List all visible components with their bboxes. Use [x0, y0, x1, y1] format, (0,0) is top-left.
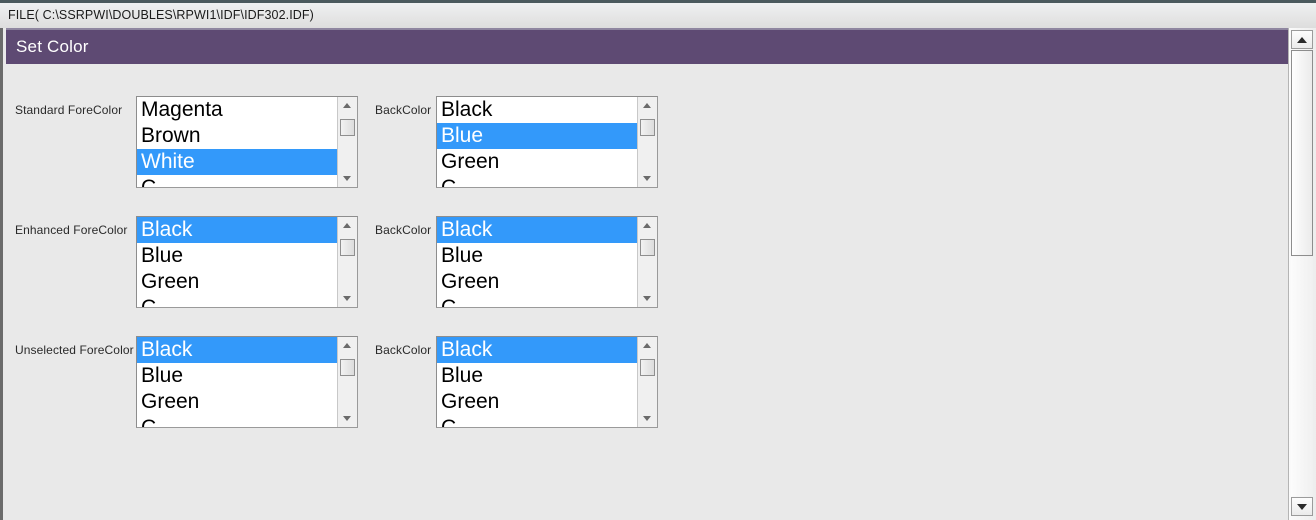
list-item[interactable]: Black — [437, 97, 637, 123]
color-row-enhanced: Enhanced ForeColor Black Blue Green C Ba… — [6, 216, 1291, 312]
scrollbar-thumb[interactable] — [340, 239, 355, 256]
set-color-form: Standard ForeColor Magenta Brown White C — [6, 64, 1291, 520]
scroll-up-icon[interactable] — [1291, 30, 1313, 49]
scroll-up-icon[interactable] — [338, 337, 357, 354]
list-item[interactable]: C — [437, 295, 637, 307]
listbox-items: Magenta Brown White C — [137, 97, 337, 187]
color-row-standard: Standard ForeColor Magenta Brown White C — [6, 96, 1291, 192]
list-item[interactable]: Blue — [437, 363, 637, 389]
list-item[interactable]: Green — [437, 269, 637, 295]
scroll-down-icon[interactable] — [338, 290, 357, 307]
list-item-selected[interactable]: Blue — [437, 123, 637, 149]
scroll-down-icon[interactable] — [1291, 497, 1313, 516]
listbox-scrollbar[interactable] — [337, 217, 357, 307]
standard-backcolor-listbox[interactable]: Black Blue Green C — [436, 96, 658, 188]
scrollbar-thumb[interactable] — [340, 359, 355, 376]
unselected-backcolor-listbox[interactable]: Black Blue Green C — [436, 336, 658, 428]
unselected-forecolor-label: Unselected ForeColor — [15, 343, 134, 357]
file-path-bar: FILE( C:\SSRPWI\DOUBLES\RPWI1\IDF\IDF302… — [0, 0, 1316, 28]
listbox-items: Black Blue Green C — [437, 97, 637, 187]
standard-backcolor-label: BackColor — [375, 103, 432, 117]
enhanced-backcolor-label: BackColor — [375, 223, 432, 237]
scroll-down-icon[interactable] — [638, 170, 657, 187]
list-item[interactable]: Blue — [137, 363, 337, 389]
enhanced-backcolor-listbox[interactable]: Black Blue Green C — [436, 216, 658, 308]
list-item[interactable]: Green — [437, 389, 637, 415]
list-item-selected[interactable]: Black — [437, 217, 637, 243]
listbox-scrollbar[interactable] — [637, 217, 657, 307]
unselected-forecolor-listbox[interactable]: Black Blue Green C — [136, 336, 358, 428]
list-item[interactable]: Green — [437, 149, 637, 175]
enhanced-forecolor-label: Enhanced ForeColor — [15, 223, 128, 237]
scroll-up-icon[interactable] — [638, 337, 657, 354]
list-item[interactable]: Magenta — [137, 97, 337, 123]
listbox-items: Black Blue Green C — [437, 337, 637, 427]
standard-forecolor-label: Standard ForeColor — [15, 103, 123, 117]
list-item[interactable]: C — [437, 175, 637, 187]
window-scrollbar[interactable] — [1288, 28, 1316, 520]
listbox-scrollbar[interactable] — [337, 337, 357, 427]
scrollbar-thumb[interactable] — [340, 119, 355, 136]
scrollbar-track[interactable] — [1291, 257, 1313, 496]
list-item[interactable]: Blue — [137, 243, 337, 269]
scroll-down-icon[interactable] — [338, 410, 357, 427]
main-window: Set Color Standard ForeColor Magenta Bro… — [0, 28, 1316, 520]
unselected-backcolor-label: BackColor — [375, 343, 432, 357]
scroll-up-icon[interactable] — [638, 97, 657, 114]
scroll-up-icon[interactable] — [338, 97, 357, 114]
page-title: Set Color — [16, 37, 89, 56]
list-item-selected[interactable]: Black — [137, 217, 337, 243]
window-title-bar: Set Color — [6, 28, 1291, 64]
scrollbar-thumb[interactable] — [640, 239, 655, 256]
application-window: FILE( C:\SSRPWI\DOUBLES\RPWI1\IDF\IDF302… — [0, 0, 1316, 520]
scrollbar-thumb[interactable] — [640, 119, 655, 136]
scrollbar-thumb[interactable] — [640, 359, 655, 376]
standard-forecolor-listbox[interactable]: Magenta Brown White C — [136, 96, 358, 188]
listbox-items: Black Blue Green C — [137, 337, 337, 427]
list-item[interactable]: Blue — [437, 243, 637, 269]
list-item[interactable]: Green — [137, 269, 337, 295]
scroll-down-icon[interactable] — [338, 170, 357, 187]
scroll-up-icon[interactable] — [338, 217, 357, 234]
list-item[interactable]: C — [137, 295, 337, 307]
color-row-unselected: Unselected ForeColor Black Blue Green C … — [6, 336, 1291, 432]
listbox-scrollbar[interactable] — [337, 97, 357, 187]
list-item-selected[interactable]: Black — [137, 337, 337, 363]
list-item[interactable]: C — [437, 415, 637, 427]
list-item-selected[interactable]: Black — [437, 337, 637, 363]
list-item[interactable]: C — [137, 415, 337, 427]
scroll-down-icon[interactable] — [638, 290, 657, 307]
scrollbar-thumb[interactable] — [1291, 50, 1313, 256]
listbox-items: Black Blue Green C — [437, 217, 637, 307]
enhanced-forecolor-listbox[interactable]: Black Blue Green C — [136, 216, 358, 308]
list-item[interactable]: C — [137, 175, 337, 187]
listbox-items: Black Blue Green C — [137, 217, 337, 307]
scroll-down-icon[interactable] — [638, 410, 657, 427]
list-item[interactable]: Brown — [137, 123, 337, 149]
listbox-scrollbar[interactable] — [637, 337, 657, 427]
listbox-scrollbar[interactable] — [637, 97, 657, 187]
list-item[interactable]: Green — [137, 389, 337, 415]
file-path-text: FILE( C:\SSRPWI\DOUBLES\RPWI1\IDF\IDF302… — [8, 8, 314, 22]
scroll-up-icon[interactable] — [638, 217, 657, 234]
list-item-selected[interactable]: White — [137, 149, 337, 175]
